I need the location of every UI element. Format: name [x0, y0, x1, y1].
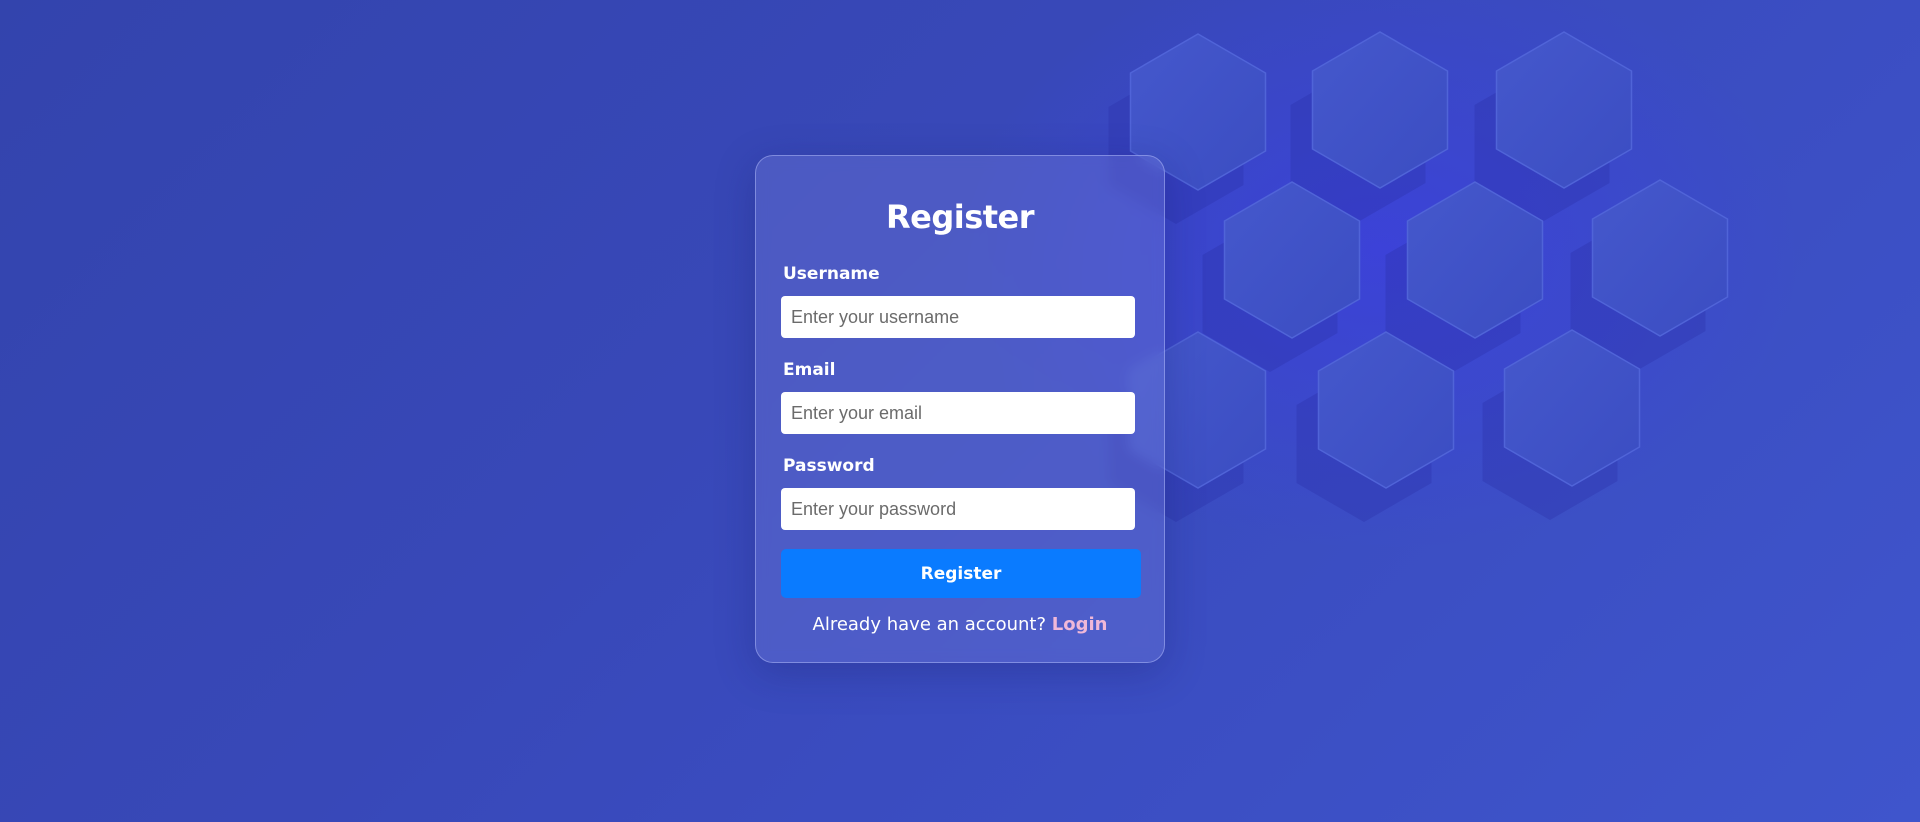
username-label: Username — [783, 264, 880, 284]
hexagon-shape — [1406, 181, 1544, 339]
login-link[interactable]: Login — [1052, 614, 1108, 635]
hexagon-shadow — [1385, 216, 1521, 372]
hexagon-shape — [1317, 331, 1455, 489]
register-button[interactable]: Register — [781, 549, 1141, 598]
login-prompt: Already have an account? Login — [756, 614, 1164, 635]
register-card: Register Username Email Password Registe… — [755, 155, 1165, 663]
password-label: Password — [783, 456, 875, 476]
hexagon-shadow — [1296, 366, 1432, 522]
form-title: Register — [885, 198, 1035, 236]
email-input[interactable] — [781, 392, 1135, 434]
hexagon-shape — [1311, 31, 1449, 189]
hexagon-shadow — [1482, 364, 1618, 520]
hexagon-shadow — [1474, 66, 1610, 222]
hexagon-shape — [1495, 31, 1633, 189]
username-input[interactable] — [781, 296, 1135, 338]
hexagon-shape — [1223, 181, 1361, 339]
hexagon-shadow — [1570, 214, 1706, 370]
hexagon-shadow — [1290, 66, 1426, 222]
hexagon-shape — [1591, 179, 1729, 337]
login-prompt-text: Already have an account? — [812, 614, 1047, 635]
password-input[interactable] — [781, 488, 1135, 530]
email-label: Email — [783, 360, 836, 380]
hexagon-shadow — [1202, 216, 1338, 372]
hexagon-shape — [1503, 329, 1641, 487]
